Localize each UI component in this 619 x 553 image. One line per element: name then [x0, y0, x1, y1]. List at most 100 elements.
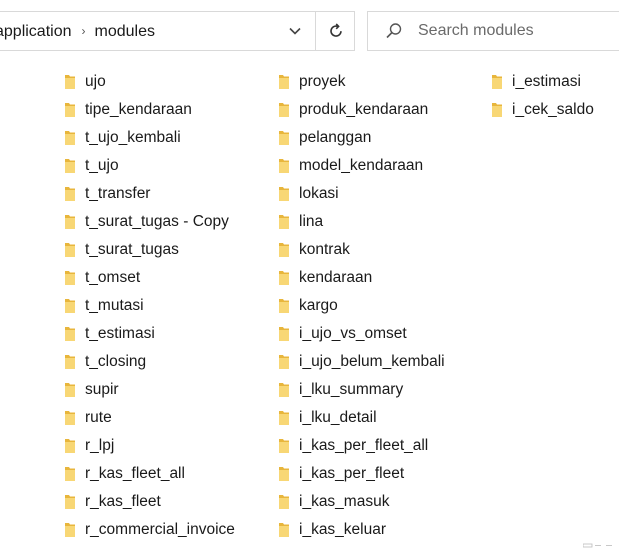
- folder-icon: [279, 495, 289, 509]
- folder-icon: [65, 159, 75, 173]
- folder-item[interactable]: produk_kendaraan: [277, 96, 445, 124]
- folder-item[interactable]: t_closing: [63, 348, 235, 376]
- folder-item[interactable]: i_kas_per_fleet: [277, 460, 445, 488]
- folder-item[interactable]: t_surat_tugas: [63, 236, 235, 264]
- breadcrumb-separator-icon[interactable]: ›: [82, 12, 86, 50]
- folder-item[interactable]: i_cek_saldo: [490, 96, 594, 124]
- folder-item-label: t_surat_tugas - Copy: [85, 213, 229, 230]
- folder-item-label: ujo: [85, 73, 106, 90]
- folder-item-label: r_kas_fleet_all: [85, 465, 185, 482]
- folder-item[interactable]: i_kas_per_fleet_all: [277, 432, 445, 460]
- breadcrumb-item-modules[interactable]: modules: [95, 23, 155, 40]
- folder-item[interactable]: t_estimasi: [63, 320, 235, 348]
- folder-icon: [65, 327, 75, 341]
- folder-item-label: lina: [299, 213, 324, 230]
- folder-item[interactable]: t_mutasi: [63, 292, 235, 320]
- folder-icon: [65, 467, 75, 481]
- folder-item[interactable]: ujo: [63, 68, 235, 96]
- folder-item[interactable]: r_kas_fleet_all: [63, 460, 235, 488]
- folder-item[interactable]: i_lku_summary: [277, 376, 445, 404]
- search-box[interactable]: [367, 11, 619, 51]
- folder-item-label: t_surat_tugas: [85, 241, 179, 258]
- folder-item[interactable]: i_ujo_vs_omset: [277, 320, 445, 348]
- folder-item[interactable]: t_surat_tugas - Copy: [63, 208, 235, 236]
- folder-item-label: r_commercial_invoice: [85, 521, 235, 538]
- folder-item[interactable]: t_omset: [63, 264, 235, 292]
- folder-icon: [65, 523, 75, 537]
- folder-icon: [65, 271, 75, 285]
- folder-item-label: i_kas_keluar: [299, 521, 387, 538]
- folder-item[interactable]: r_lpj: [63, 432, 235, 460]
- folder-item-label: t_closing: [85, 353, 147, 370]
- address-bar[interactable]: application › modules: [0, 11, 355, 51]
- folder-item-label: i_kas_per_fleet_all: [299, 437, 429, 454]
- folder-icon: [492, 75, 502, 89]
- folder-icon: [279, 187, 289, 201]
- folder-item[interactable]: tipe_kendaraan: [63, 96, 235, 124]
- folder-item[interactable]: r_kas_fleet: [63, 488, 235, 516]
- folder-item[interactable]: rute: [63, 404, 235, 432]
- folder-item-label: model_kendaraan: [299, 157, 424, 174]
- breadcrumb: application › modules: [0, 12, 270, 50]
- address-dropdown-button[interactable]: [275, 12, 315, 50]
- folder-item-label: lokasi: [299, 185, 339, 202]
- folder-icon: [279, 467, 289, 481]
- folder-item-label: pelanggan: [299, 129, 372, 146]
- folder-item-label: i_lku_detail: [299, 409, 377, 426]
- folder-icon: [65, 187, 75, 201]
- folder-item-label: r_lpj: [85, 437, 115, 454]
- folder-item[interactable]: i_lku_detail: [277, 404, 445, 432]
- folder-icon: [279, 383, 289, 397]
- folder-item[interactable]: model_kendaraan: [277, 152, 445, 180]
- folder-item-label: tipe_kendaraan: [85, 101, 192, 118]
- folder-item[interactable]: kargo: [277, 292, 445, 320]
- folder-item[interactable]: kontrak: [277, 236, 445, 264]
- folder-icon: [279, 215, 289, 229]
- folder-item[interactable]: pelanggan: [277, 124, 445, 152]
- folder-icon: [65, 103, 75, 117]
- folder-icon: [279, 299, 289, 313]
- folder-icon: [492, 103, 502, 117]
- folder-icon: [279, 355, 289, 369]
- folder-item[interactable]: supir: [63, 376, 235, 404]
- folder-item-label: kargo: [299, 297, 338, 314]
- folder-item[interactable]: lokasi: [277, 180, 445, 208]
- folder-item[interactable]: i_kas_keluar: [277, 516, 445, 544]
- folder-icon: [65, 439, 75, 453]
- folder-item-label: i_cek_saldo: [512, 101, 594, 118]
- folder-item[interactable]: lina: [277, 208, 445, 236]
- folder-item[interactable]: t_transfer: [63, 180, 235, 208]
- folder-icon: [279, 523, 289, 537]
- search-input[interactable]: [418, 19, 608, 43]
- folder-item-label: proyek: [299, 73, 346, 90]
- folder-icon: [279, 131, 289, 145]
- folder-item[interactable]: kendaraan: [277, 264, 445, 292]
- folder-icon: [65, 495, 75, 509]
- folder-icon: [279, 103, 289, 117]
- refresh-icon: [329, 23, 342, 37]
- folder-item[interactable]: r_commercial_invoice: [63, 516, 235, 544]
- file-column-1: ujo tipe_kendaraan t_ujo_kembali t_ujo t_tra…: [63, 68, 235, 544]
- folder-item[interactable]: proyek: [277, 68, 445, 96]
- folder-item-label: i_ujo_vs_omset: [299, 325, 407, 342]
- folder-icon: [65, 215, 75, 229]
- folder-icon: [279, 327, 289, 341]
- file-list: ujo tipe_kendaraan t_ujo_kembali t_ujo t_tra…: [0, 60, 619, 553]
- chevron-down-icon: [289, 27, 301, 35]
- folder-item[interactable]: t_ujo_kembali: [63, 124, 235, 152]
- folder-item-label: kendaraan: [299, 269, 373, 286]
- folder-item[interactable]: i_ujo_belum_kembali: [277, 348, 445, 376]
- folder-item[interactable]: i_kas_masuk: [277, 488, 445, 516]
- folder-item[interactable]: t_ujo: [63, 152, 235, 180]
- folder-item-label: i_lku_summary: [299, 381, 404, 398]
- breadcrumb-item-application[interactable]: application: [0, 23, 72, 40]
- folder-item-label: t_omset: [85, 269, 141, 286]
- folder-icon: [65, 243, 75, 257]
- search-icon: [386, 23, 402, 39]
- refresh-button[interactable]: [315, 12, 355, 50]
- folder-icon: [65, 131, 75, 145]
- folder-icon: [279, 243, 289, 257]
- folder-item-label: produk_kendaraan: [299, 101, 429, 118]
- folder-icon: [65, 75, 75, 89]
- folder-item[interactable]: i_estimasi: [490, 68, 594, 96]
